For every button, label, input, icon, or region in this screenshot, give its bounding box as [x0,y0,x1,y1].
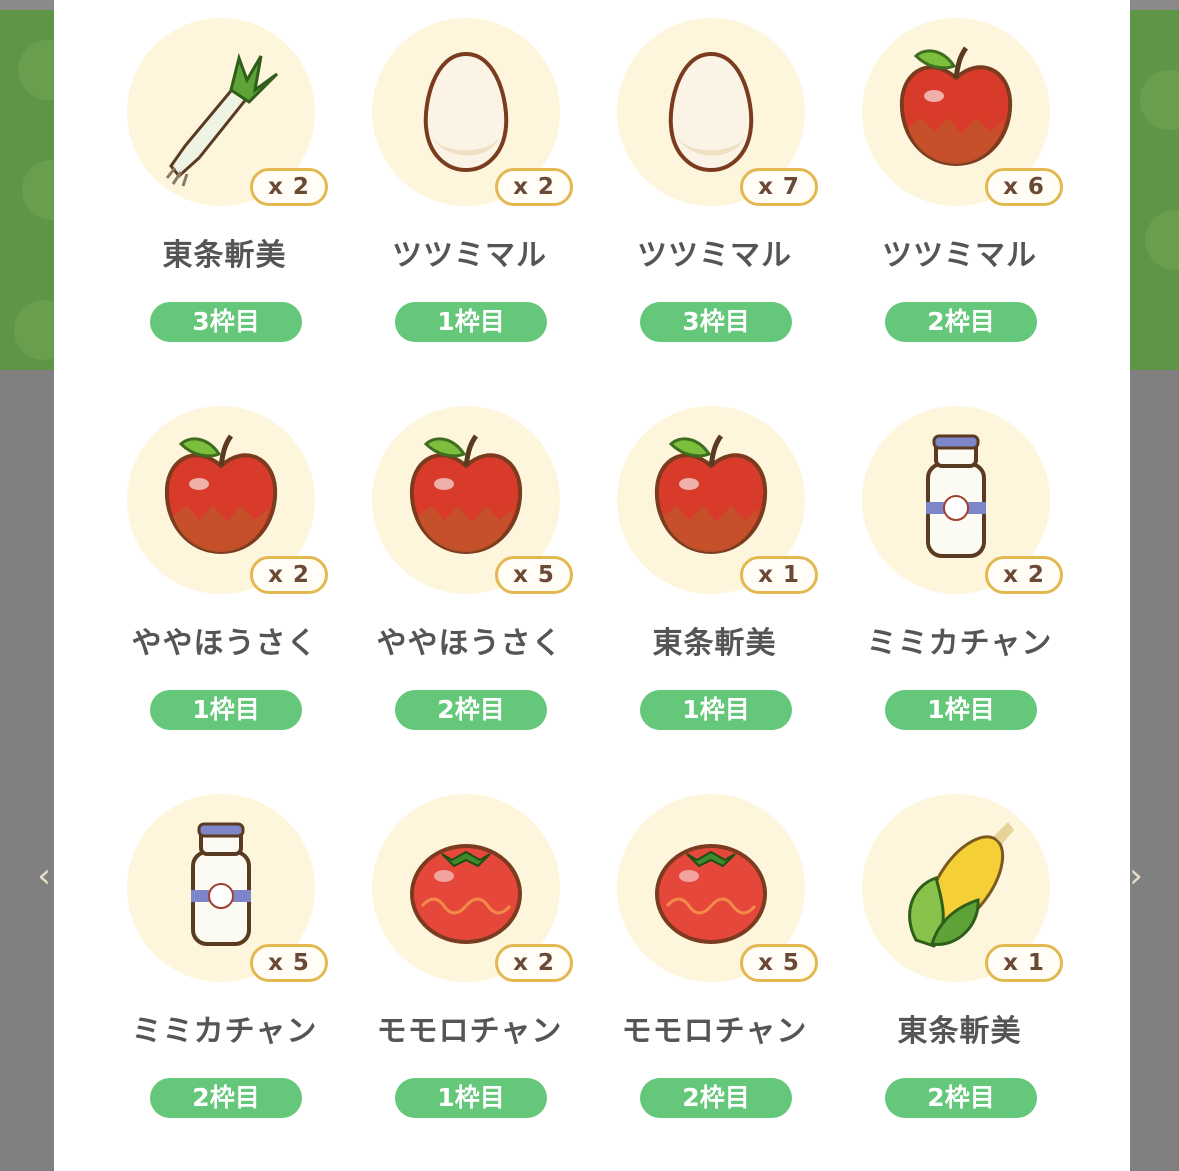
slot-badge: 2枠目 [885,302,1037,342]
ingredient-card[interactable]: x 2 東条斬美 3枠目 [54,0,328,388]
ingredient-card[interactable]: x 5 ミミカチャン 2枠目 [54,776,328,1164]
slot-badge: 2枠目 [395,690,547,730]
ingredient-card[interactable]: x 1 東条斬美 2枠目 [789,776,1063,1164]
slot-badge: 2枠目 [885,1078,1037,1118]
ingredient-card[interactable]: x 5 モモロチャン 2枠目 [544,776,818,1164]
owner-name: 東条斬美 [897,1014,1022,1049]
chevron-left-icon[interactable]: ‹ [34,858,54,894]
ingredient-grid: x 2 東条斬美 3枠目 x 2 ツツミマル 1枠目 x 7 ツツミマル 3枠目 x 6 ツツミマル… [54,0,1130,1171]
ingredients-panel: x 2 東条斬美 3枠目 x 2 ツツミマル 1枠目 x 7 ツツミマル 3枠目 x 6 ツツミマル… [54,0,1130,1171]
slot-badge: 1枠目 [885,690,1037,730]
owner-name: ツツミマル [882,238,1037,273]
ingredient-card[interactable]: x 7 ツツミマル 3枠目 [544,0,818,388]
quantity-badge: x 6 [985,168,1063,206]
ingredient-card[interactable]: x 2 ややほうさく 1枠目 [54,388,328,776]
ingredient-card[interactable]: x 5 ややほうさく 2枠目 [299,388,573,776]
quantity-badge: x 1 [985,944,1063,982]
ingredient-card[interactable]: x 1 東条斬美 1枠目 [544,388,818,776]
slot-badge: 2枠目 [640,1078,792,1118]
ingredient-card[interactable]: x 2 モモロチャン 1枠目 [299,776,573,1164]
slot-badge: 1枠目 [395,302,547,342]
quantity-badge: x 2 [985,556,1063,594]
slot-badge: 1枠目 [395,1078,547,1118]
owner-name: ミミカチャン [866,626,1053,661]
slot-badge: 1枠目 [150,690,302,730]
ingredient-card[interactable]: x 6 ツツミマル 2枠目 [789,0,1063,388]
leaf-decoration [1145,210,1179,270]
slot-badge: 3枠目 [150,302,302,342]
ingredient-card[interactable]: x 2 ミミカチャン 1枠目 [789,388,1063,776]
slot-badge: 3枠目 [640,302,792,342]
slot-badge: 1枠目 [640,690,792,730]
slot-badge: 2枠目 [150,1078,302,1118]
ingredient-card[interactable]: x 2 ツツミマル 1枠目 [299,0,573,388]
leaf-decoration [1140,70,1179,130]
